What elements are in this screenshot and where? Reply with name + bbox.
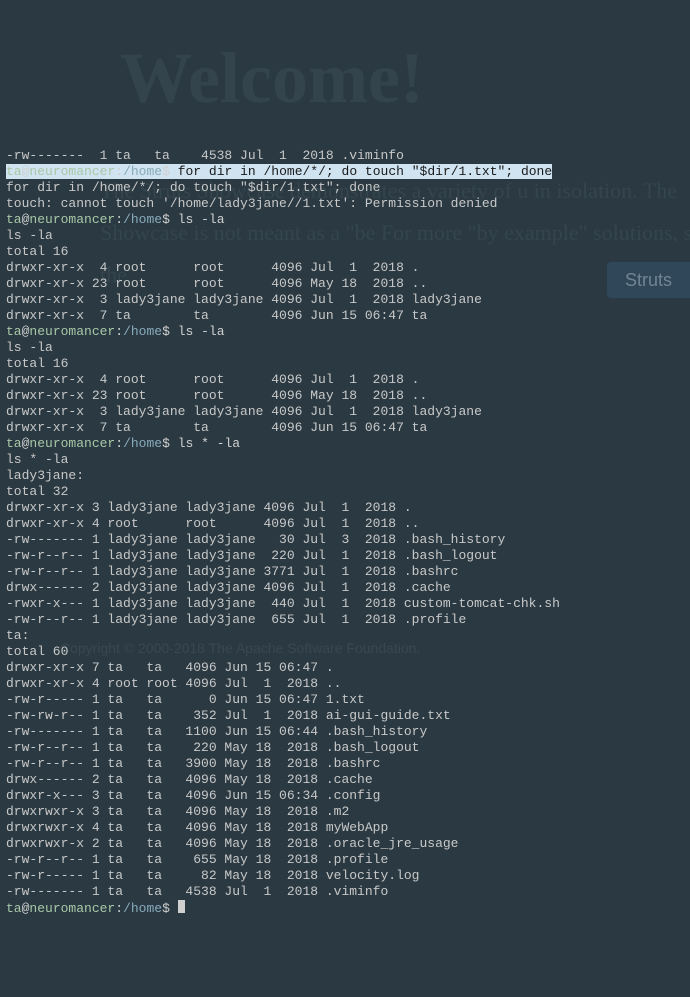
- prompt-host: neuromancer: [29, 212, 115, 227]
- terminal-line: total 16: [6, 356, 684, 372]
- terminal-line: drwx------ 2 lady3jane lady3jane 4096 Ju…: [6, 580, 684, 596]
- terminal-line: ta@neuromancer:/home$ ls -la: [6, 324, 684, 340]
- terminal-line: drwxr-x--- 3 ta ta 4096 Jun 15 06:34 .co…: [6, 788, 684, 804]
- terminal-line: drwxrwxr-x 2 ta ta 4096 May 18 2018 .ora…: [6, 836, 684, 852]
- terminal-line: for dir in /home/*/; do touch "$dir/1.tx…: [6, 180, 684, 196]
- terminal-line: lady3jane:: [6, 468, 684, 484]
- prompt-host: neuromancer: [29, 324, 115, 339]
- prompt-at: @: [22, 901, 30, 916]
- terminal-line: -rw-r--r-- 1 lady3jane lady3jane 220 Jul…: [6, 548, 684, 564]
- prompt-path: /home: [123, 901, 162, 916]
- terminal-line: drwxr-xr-x 3 lady3jane lady3jane 4096 Ju…: [6, 292, 684, 308]
- terminal-line: total 60: [6, 644, 684, 660]
- terminal-line: drwxr-xr-x 4 root root 4096 Jul 1 2018 .…: [6, 676, 684, 692]
- terminal-line: drwxr-xr-x 7 ta ta 4096 Jun 15 06:47 ta: [6, 308, 684, 324]
- terminal-line: drwxr-xr-x 23 root root 4096 May 18 2018…: [6, 276, 684, 292]
- terminal-line: drwxr-xr-x 7 ta ta 4096 Jun 15 06:47 ta: [6, 420, 684, 436]
- terminal-line: -rw------- 1 lady3jane lady3jane 30 Jul …: [6, 532, 684, 548]
- prompt-path: /home: [123, 436, 162, 451]
- prompt-user: ta: [6, 901, 22, 916]
- prompt-path: /home: [123, 212, 162, 227]
- terminal-line: drwxr-xr-x 4 root root 4096 Jul 1 2018 .: [6, 260, 684, 276]
- terminal-line: touch: cannot touch '/home/lady3jane//1.…: [6, 196, 684, 212]
- prompt-host: neuromancer: [29, 436, 115, 451]
- prompt-sigil: $: [162, 436, 178, 451]
- terminal-line: -rw-r----- 1 ta ta 82 May 18 2018 veloci…: [6, 868, 684, 884]
- prompt-path: /home: [123, 164, 162, 179]
- terminal-line: drwxr-xr-x 7 ta ta 4096 Jun 15 06:47 .: [6, 660, 684, 676]
- terminal-line: ls -la: [6, 228, 684, 244]
- terminal-line: ta@neuromancer:/home$ ls -la: [6, 212, 684, 228]
- prompt-user: ta: [6, 212, 22, 227]
- prompt-sigil: $: [162, 324, 178, 339]
- prompt-user: ta: [6, 164, 22, 179]
- prompt-sigil: $: [162, 901, 178, 916]
- terminal-line: total 32: [6, 484, 684, 500]
- terminal-line: ta@neuromancer:/home$: [6, 900, 684, 917]
- terminal-line: drwxr-xr-x 23 root root 4096 May 18 2018…: [6, 388, 684, 404]
- prompt-sigil: $: [162, 212, 178, 227]
- terminal-line: ls -la: [6, 340, 684, 356]
- prompt-host: neuromancer: [29, 164, 115, 179]
- terminal-line: -rw-r--r-- 1 lady3jane lady3jane 655 Jul…: [6, 612, 684, 628]
- terminal-line: drwxr-xr-x 4 root root 4096 Jul 1 2018 .…: [6, 516, 684, 532]
- highlighted-command: ta@neuromancer:/home$ for dir in /home/*…: [6, 164, 552, 179]
- terminal-line: total 16: [6, 244, 684, 260]
- terminal-line: -rw------- 1 ta ta 4538 Jul 1 2018 .vimi…: [6, 884, 684, 900]
- terminal-line: -rw-r----- 1 ta ta 0 Jun 15 06:47 1.txt: [6, 692, 684, 708]
- prompt-colon: :: [115, 212, 123, 227]
- prompt-colon: :: [115, 164, 123, 179]
- terminal-line: -rw-r--r-- 1 lady3jane lady3jane 3771 Ju…: [6, 564, 684, 580]
- terminal-line: drwxr-xr-x 4 root root 4096 Jul 1 2018 .: [6, 372, 684, 388]
- terminal-line: drwxr-xr-x 3 lady3jane lady3jane 4096 Ju…: [6, 500, 684, 516]
- terminal-output[interactable]: -rw------- 1 ta ta 4538 Jul 1 2018 .vimi…: [6, 148, 684, 917]
- terminal-line: ta@neuromancer:/home$ ls * -la: [6, 436, 684, 452]
- command-text: for dir in /home/*/; do touch "$dir/1.tx…: [178, 164, 552, 179]
- prompt-user: ta: [6, 324, 22, 339]
- prompt-path: /home: [123, 324, 162, 339]
- terminal-line: ls * -la: [6, 452, 684, 468]
- terminal-line: -rw-r--r-- 1 ta ta 3900 May 18 2018 .bas…: [6, 756, 684, 772]
- prompt-sigil: $: [162, 164, 178, 179]
- prompt-colon: :: [115, 901, 123, 916]
- terminal-line: -rw-rw-r-- 1 ta ta 352 Jul 1 2018 ai-gui…: [6, 708, 684, 724]
- cursor[interactable]: [178, 900, 185, 913]
- terminal-line: drwxr-xr-x 3 lady3jane lady3jane 4096 Ju…: [6, 404, 684, 420]
- terminal-line: -rw------- 1 ta ta 1100 Jun 15 06:44 .ba…: [6, 724, 684, 740]
- background-heading: Welcome!: [120, 70, 424, 86]
- terminal-line: -rw-r--r-- 1 ta ta 655 May 18 2018 .prof…: [6, 852, 684, 868]
- terminal-line: ta@neuromancer:/home$ for dir in /home/*…: [6, 164, 684, 180]
- prompt-user: ta: [6, 436, 22, 451]
- terminal-line: drwxrwxr-x 4 ta ta 4096 May 18 2018 myWe…: [6, 820, 684, 836]
- command-text: ls -la: [178, 324, 225, 339]
- command-text: ls * -la: [178, 436, 240, 451]
- prompt-host: neuromancer: [29, 901, 115, 916]
- terminal-line: drwx------ 2 ta ta 4096 May 18 2018 .cac…: [6, 772, 684, 788]
- prompt-colon: :: [115, 324, 123, 339]
- prompt-colon: :: [115, 436, 123, 451]
- terminal-line: -rw-r--r-- 1 ta ta 220 May 18 2018 .bash…: [6, 740, 684, 756]
- terminal-line: -rw------- 1 ta ta 4538 Jul 1 2018 .vimi…: [6, 148, 684, 164]
- terminal-line: -rwxr-x--- 1 lady3jane lady3jane 440 Jul…: [6, 596, 684, 612]
- command-text: ls -la: [178, 212, 225, 227]
- terminal-line: ta:: [6, 628, 684, 644]
- terminal-line: drwxrwxr-x 3 ta ta 4096 May 18 2018 .m2: [6, 804, 684, 820]
